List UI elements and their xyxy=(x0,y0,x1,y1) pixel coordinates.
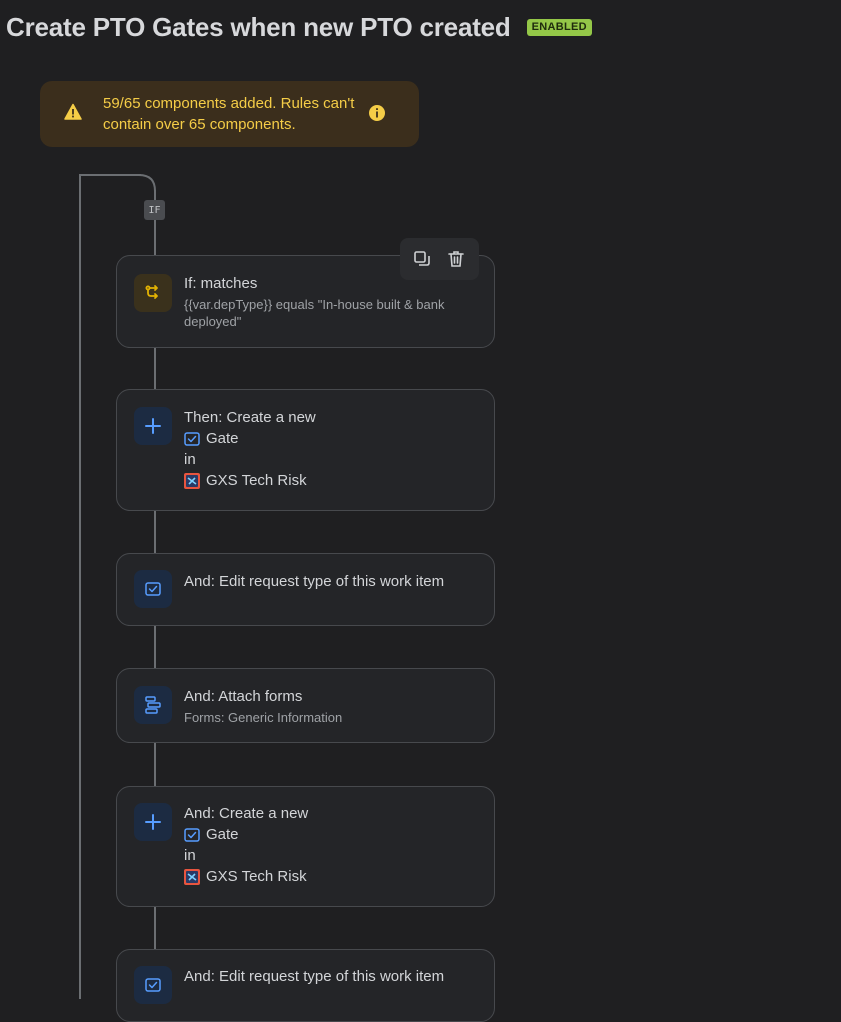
work-type: Gate xyxy=(206,826,239,843)
plus-icon xyxy=(134,407,172,445)
step-and-create[interactable]: And: Create a new Gate in GXS Tech Risk xyxy=(116,786,495,907)
step-title: And: Edit request type of this work item xyxy=(184,573,445,590)
project-avatar-icon xyxy=(184,868,200,885)
request-type-icon xyxy=(134,966,172,1004)
status-badge: ENABLED xyxy=(526,19,592,36)
step-condition: {{var.depType}} equals "In-house built &… xyxy=(184,297,445,329)
connector-1 xyxy=(154,347,156,390)
in-label: in xyxy=(184,451,196,468)
branch-top-line xyxy=(79,174,141,176)
step-title: Then: Create a new xyxy=(184,409,316,426)
if-tag: IF xyxy=(144,200,165,220)
component-limit-warning: 59/65 components added. Rules can't cont… xyxy=(40,81,419,147)
warning-message: 59/65 components added. Rules can't cont… xyxy=(103,95,355,133)
warning-icon xyxy=(64,103,82,126)
rule-header: Create PTO Gates when new PTO created EN… xyxy=(6,12,592,43)
plus-icon xyxy=(134,803,172,841)
gate-icon xyxy=(184,431,200,446)
connector-5 xyxy=(154,906,156,950)
gate-icon xyxy=(184,827,200,842)
work-type: Gate xyxy=(206,430,239,447)
project-avatar-icon xyxy=(184,472,200,489)
branch-curve xyxy=(139,174,156,192)
step-attach-forms[interactable]: And: Attach forms Forms: Generic Informa… xyxy=(116,668,495,743)
project-name: GXS Tech Risk xyxy=(206,868,307,885)
step-edit-request-type[interactable]: And: Edit request type of this work item xyxy=(116,553,495,626)
forms-icon xyxy=(134,686,172,724)
step-title: And: Attach forms xyxy=(184,688,303,705)
step-edit-request-type-2[interactable]: And: Edit request type of this work item xyxy=(116,949,495,1022)
branch-icon xyxy=(134,274,172,312)
page-title: Create PTO Gates when new PTO created xyxy=(6,12,511,42)
duplicate-icon[interactable] xyxy=(412,249,432,269)
connector-4 xyxy=(154,742,156,787)
step-forms: Forms: Generic Information xyxy=(184,710,343,725)
in-label: in xyxy=(184,847,196,864)
step-title: And: Edit request type of this work item xyxy=(184,968,445,985)
step-title: And: Create a new xyxy=(184,805,309,822)
branch-outer-line xyxy=(79,174,81,999)
project-name: GXS Tech Risk xyxy=(206,472,307,489)
trash-icon[interactable] xyxy=(446,249,466,269)
step-then-create[interactable]: Then: Create a new Gate in GXS Tech Risk xyxy=(116,389,495,511)
step-toolbar xyxy=(400,238,479,280)
request-type-icon xyxy=(134,570,172,608)
connector-2 xyxy=(154,510,156,554)
connector-3 xyxy=(154,625,156,669)
info-icon[interactable] xyxy=(368,104,386,127)
